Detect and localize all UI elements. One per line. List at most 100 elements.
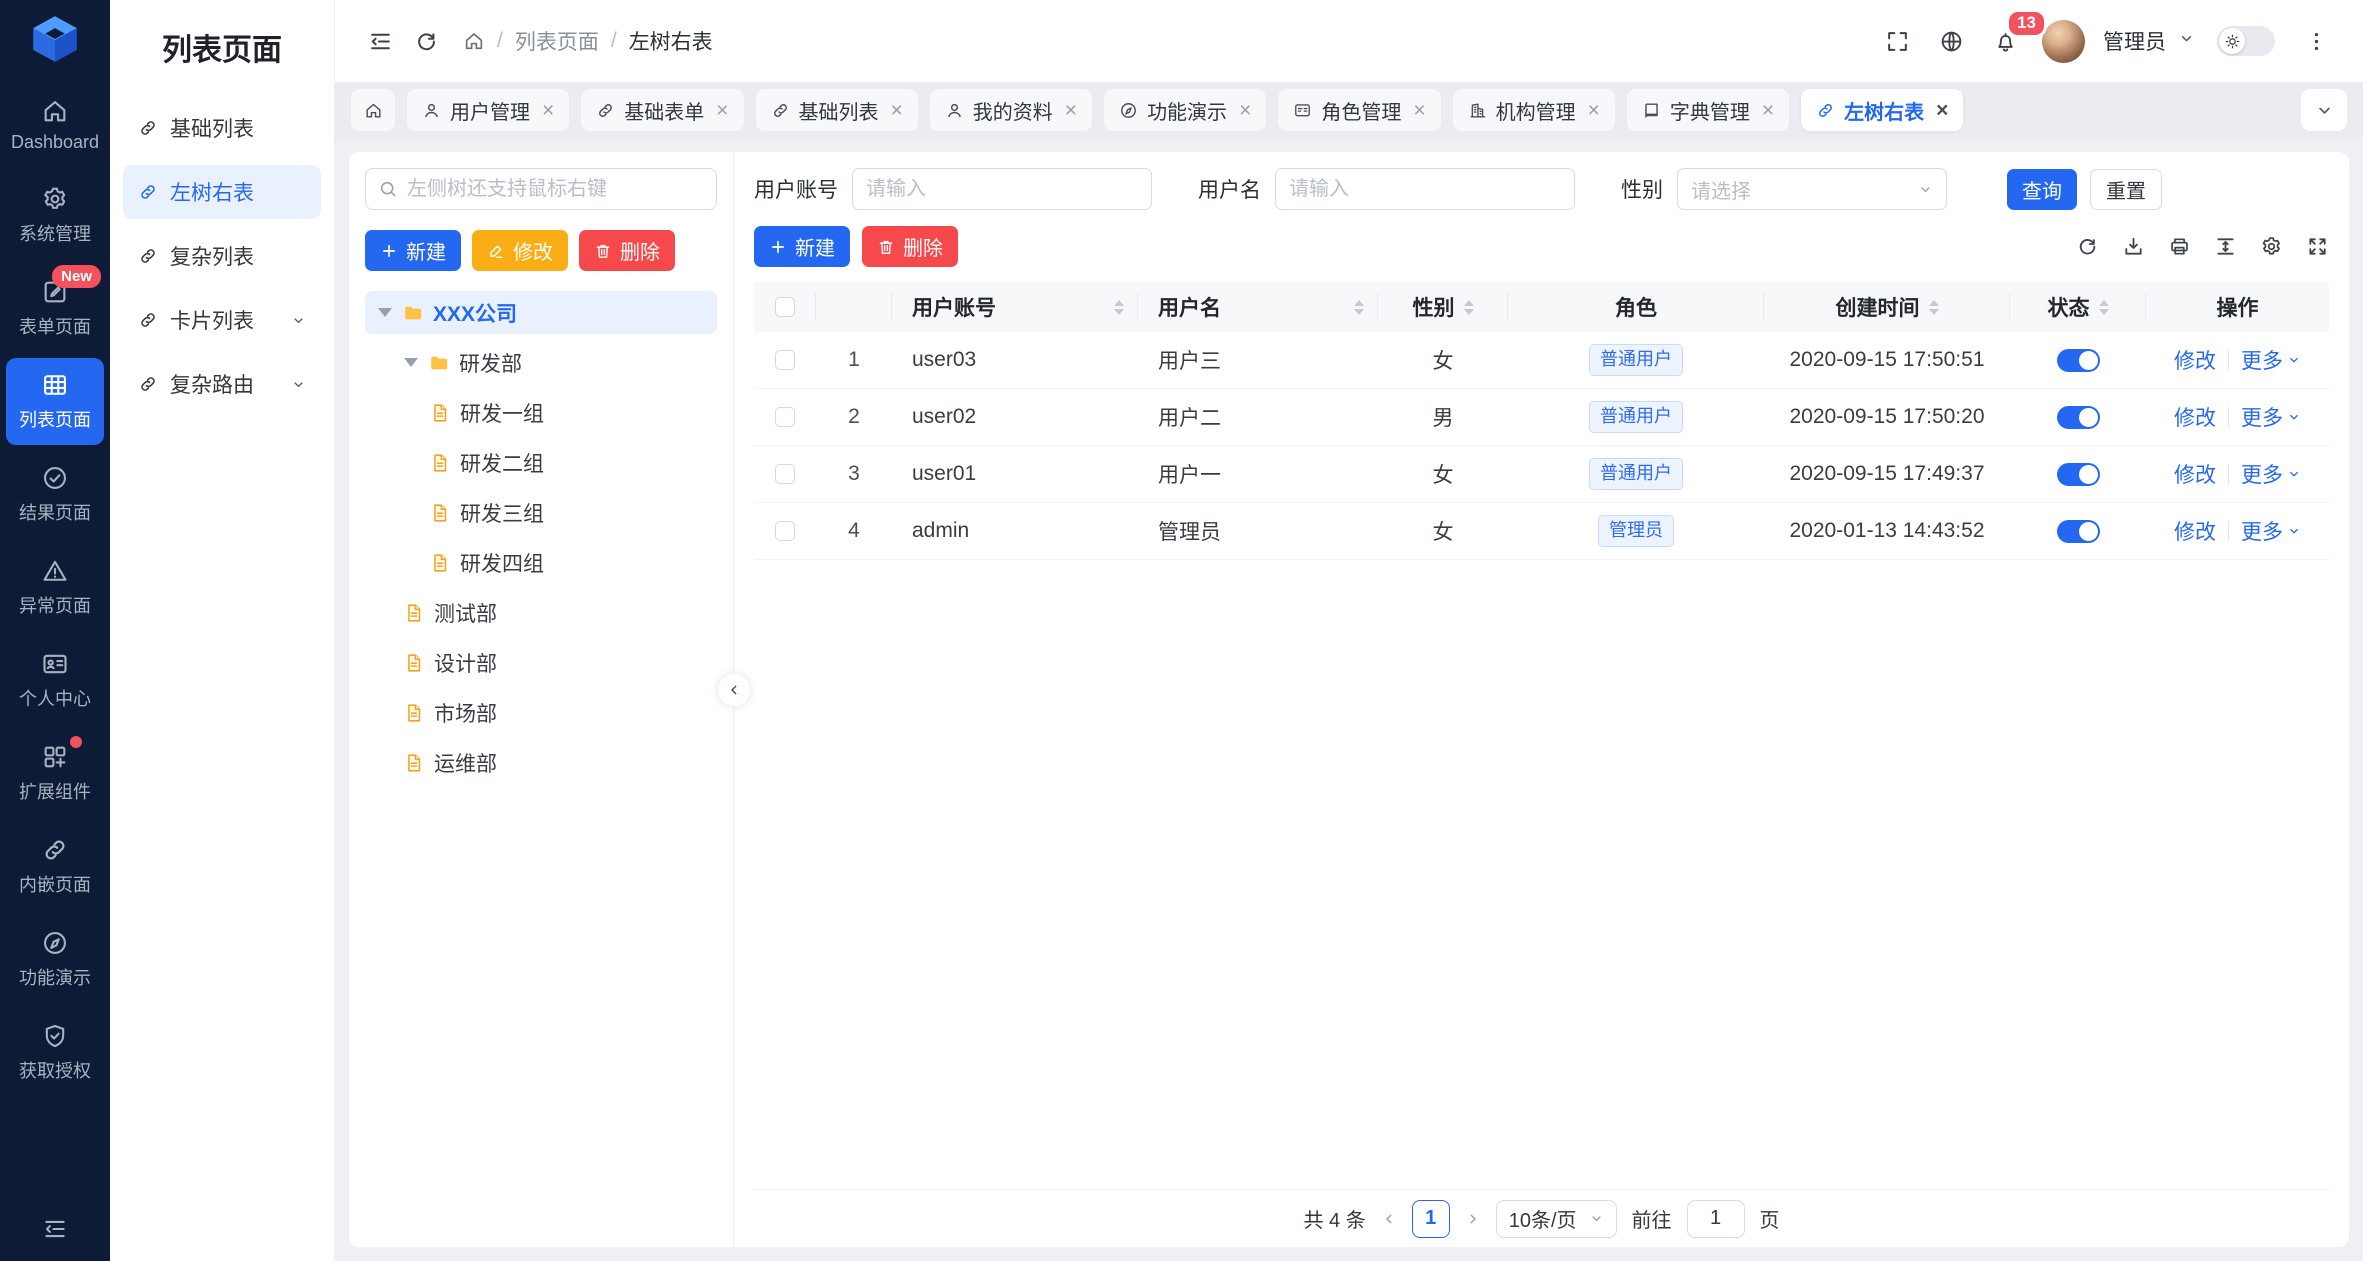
refresh-page-button[interactable]: [403, 18, 449, 64]
close-icon[interactable]: ×: [542, 100, 554, 121]
sort-icon[interactable]: [1464, 300, 1474, 315]
tree-node-rd-dept[interactable]: 研发部: [365, 341, 717, 384]
current-page-button[interactable]: 1: [1412, 1200, 1450, 1238]
row-height-icon[interactable]: [2214, 235, 2237, 258]
column-header-name[interactable]: 用户名: [1138, 282, 1378, 332]
sidebar-item-extensions[interactable]: 扩展组件: [6, 730, 104, 817]
sidebar-item-exceptions[interactable]: 异常页面: [6, 544, 104, 631]
delete-rows-button[interactable]: 删除: [862, 226, 958, 267]
row-checkbox[interactable]: [775, 521, 795, 541]
status-toggle[interactable]: [2057, 463, 2100, 486]
close-icon[interactable]: ×: [1239, 100, 1251, 121]
edit-link[interactable]: 修改: [2174, 516, 2216, 546]
close-icon[interactable]: ×: [1065, 100, 1077, 121]
close-icon[interactable]: ×: [1588, 100, 1600, 121]
row-checkbox[interactable]: [775, 350, 795, 370]
language-button[interactable]: [1928, 18, 1974, 64]
goto-page-input[interactable]: [1687, 1200, 1745, 1238]
reset-button[interactable]: 重置: [2090, 169, 2162, 210]
tree-node-test-dept[interactable]: 测试部: [365, 591, 717, 634]
refresh-icon[interactable]: [2076, 235, 2099, 258]
account-input[interactable]: [852, 168, 1152, 210]
sidebar-collapse-button[interactable]: [0, 1197, 110, 1261]
prev-page-button[interactable]: [1381, 1211, 1397, 1227]
download-icon[interactable]: [2122, 235, 2145, 258]
sort-icon[interactable]: [1114, 300, 1124, 315]
tab-home[interactable]: [351, 89, 395, 131]
breadcrumb-item[interactable]: 列表页面: [515, 26, 599, 56]
row-checkbox[interactable]: [775, 407, 795, 427]
tab-role-management[interactable]: 角色管理 ×: [1278, 89, 1440, 131]
print-icon[interactable]: [2168, 235, 2191, 258]
sidebar-item-lists[interactable]: 列表页面: [6, 358, 104, 445]
sidebar-item-profile[interactable]: 个人中心: [6, 637, 104, 724]
tab-tree-table[interactable]: 左树右表 ×: [1801, 89, 1963, 131]
add-row-button[interactable]: 新建: [754, 226, 850, 267]
caret-down-icon[interactable]: [377, 308, 393, 317]
tab-user-management[interactable]: 用户管理 ×: [407, 89, 569, 131]
submenu-item-tree-table[interactable]: 左树右表: [123, 165, 321, 219]
sidebar-item-dashboard[interactable]: Dashboard: [6, 84, 104, 166]
select-all-checkbox[interactable]: [775, 297, 795, 317]
settings-gear-icon[interactable]: [2260, 235, 2283, 258]
column-header-status[interactable]: 状态: [2010, 282, 2146, 332]
avatar[interactable]: [2042, 20, 2085, 63]
tab-basic-list[interactable]: 基础列表 ×: [756, 89, 918, 131]
fullscreen-button[interactable]: [1874, 18, 1920, 64]
submenu-item-complex-route[interactable]: 复杂路由: [123, 357, 321, 411]
next-page-button[interactable]: [1465, 1211, 1481, 1227]
sidebar-item-license[interactable]: 获取授权: [6, 1009, 104, 1096]
tree-node-ops-dept[interactable]: 运维部: [365, 741, 717, 784]
tab-org-management[interactable]: 机构管理 ×: [1453, 89, 1615, 131]
column-header-account[interactable]: 用户账号: [892, 282, 1138, 332]
edit-link[interactable]: 修改: [2174, 459, 2216, 489]
close-icon[interactable]: ×: [1762, 100, 1774, 121]
tabs-overflow-button[interactable]: [2301, 89, 2347, 131]
tree-node-design-dept[interactable]: 设计部: [365, 641, 717, 684]
tree-node-company[interactable]: XXX公司: [365, 291, 717, 334]
user-name[interactable]: 管理员: [2103, 26, 2166, 56]
tree-node-rd-group4[interactable]: 研发四组: [365, 541, 717, 584]
status-toggle[interactable]: [2057, 520, 2100, 543]
sort-icon[interactable]: [2099, 300, 2109, 315]
submenu-item-complex-list[interactable]: 复杂列表: [123, 229, 321, 283]
row-checkbox[interactable]: [775, 464, 795, 484]
close-icon[interactable]: ×: [716, 100, 728, 121]
edit-link[interactable]: 修改: [2174, 345, 2216, 375]
submenu-item-card-list[interactable]: 卡片列表: [123, 293, 321, 347]
notifications-button[interactable]: 13: [1982, 18, 2028, 64]
page-size-select[interactable]: 10条/页: [1496, 1200, 1617, 1238]
more-link[interactable]: 更多: [2241, 402, 2301, 432]
chevron-down-icon[interactable]: [2178, 30, 2195, 52]
name-input[interactable]: [1275, 168, 1575, 210]
more-menu-button[interactable]: [2293, 18, 2339, 64]
sort-icon[interactable]: [1354, 300, 1364, 315]
sidebar-item-embedded[interactable]: 内嵌页面: [6, 823, 104, 910]
close-icon[interactable]: ×: [891, 100, 903, 121]
sidebar-item-forms[interactable]: New 表单页面: [6, 265, 104, 352]
tree-search-input[interactable]: [407, 178, 704, 201]
sidebar-item-features[interactable]: 功能演示: [6, 916, 104, 1003]
pane-collapse-handle[interactable]: [718, 674, 750, 706]
gender-select[interactable]: 请选择: [1677, 168, 1947, 210]
app-logo[interactable]: [0, 0, 110, 78]
tab-feature-demo[interactable]: 功能演示 ×: [1104, 89, 1266, 131]
more-link[interactable]: 更多: [2241, 459, 2301, 489]
close-icon[interactable]: ×: [1413, 100, 1425, 121]
more-link[interactable]: 更多: [2241, 345, 2301, 375]
tree-edit-button[interactable]: 修改: [472, 230, 568, 271]
tab-dict-management[interactable]: 字典管理 ×: [1627, 89, 1789, 131]
sidebar-item-system[interactable]: 系统管理: [6, 172, 104, 259]
tree-node-rd-group1[interactable]: 研发一组: [365, 391, 717, 434]
caret-down-icon[interactable]: [403, 358, 419, 367]
tree-node-market-dept[interactable]: 市场部: [365, 691, 717, 734]
search-button[interactable]: 查询: [2007, 169, 2077, 210]
tree-delete-button[interactable]: 删除: [579, 230, 675, 271]
tab-basic-form[interactable]: 基础表单 ×: [581, 89, 743, 131]
more-link[interactable]: 更多: [2241, 516, 2301, 546]
tree-add-button[interactable]: 新建: [365, 230, 461, 271]
sort-icon[interactable]: [1929, 300, 1939, 315]
sidebar-item-results[interactable]: 结果页面: [6, 451, 104, 538]
menu-collapse-button[interactable]: [357, 18, 403, 64]
column-header-gender[interactable]: 性别: [1378, 282, 1508, 332]
